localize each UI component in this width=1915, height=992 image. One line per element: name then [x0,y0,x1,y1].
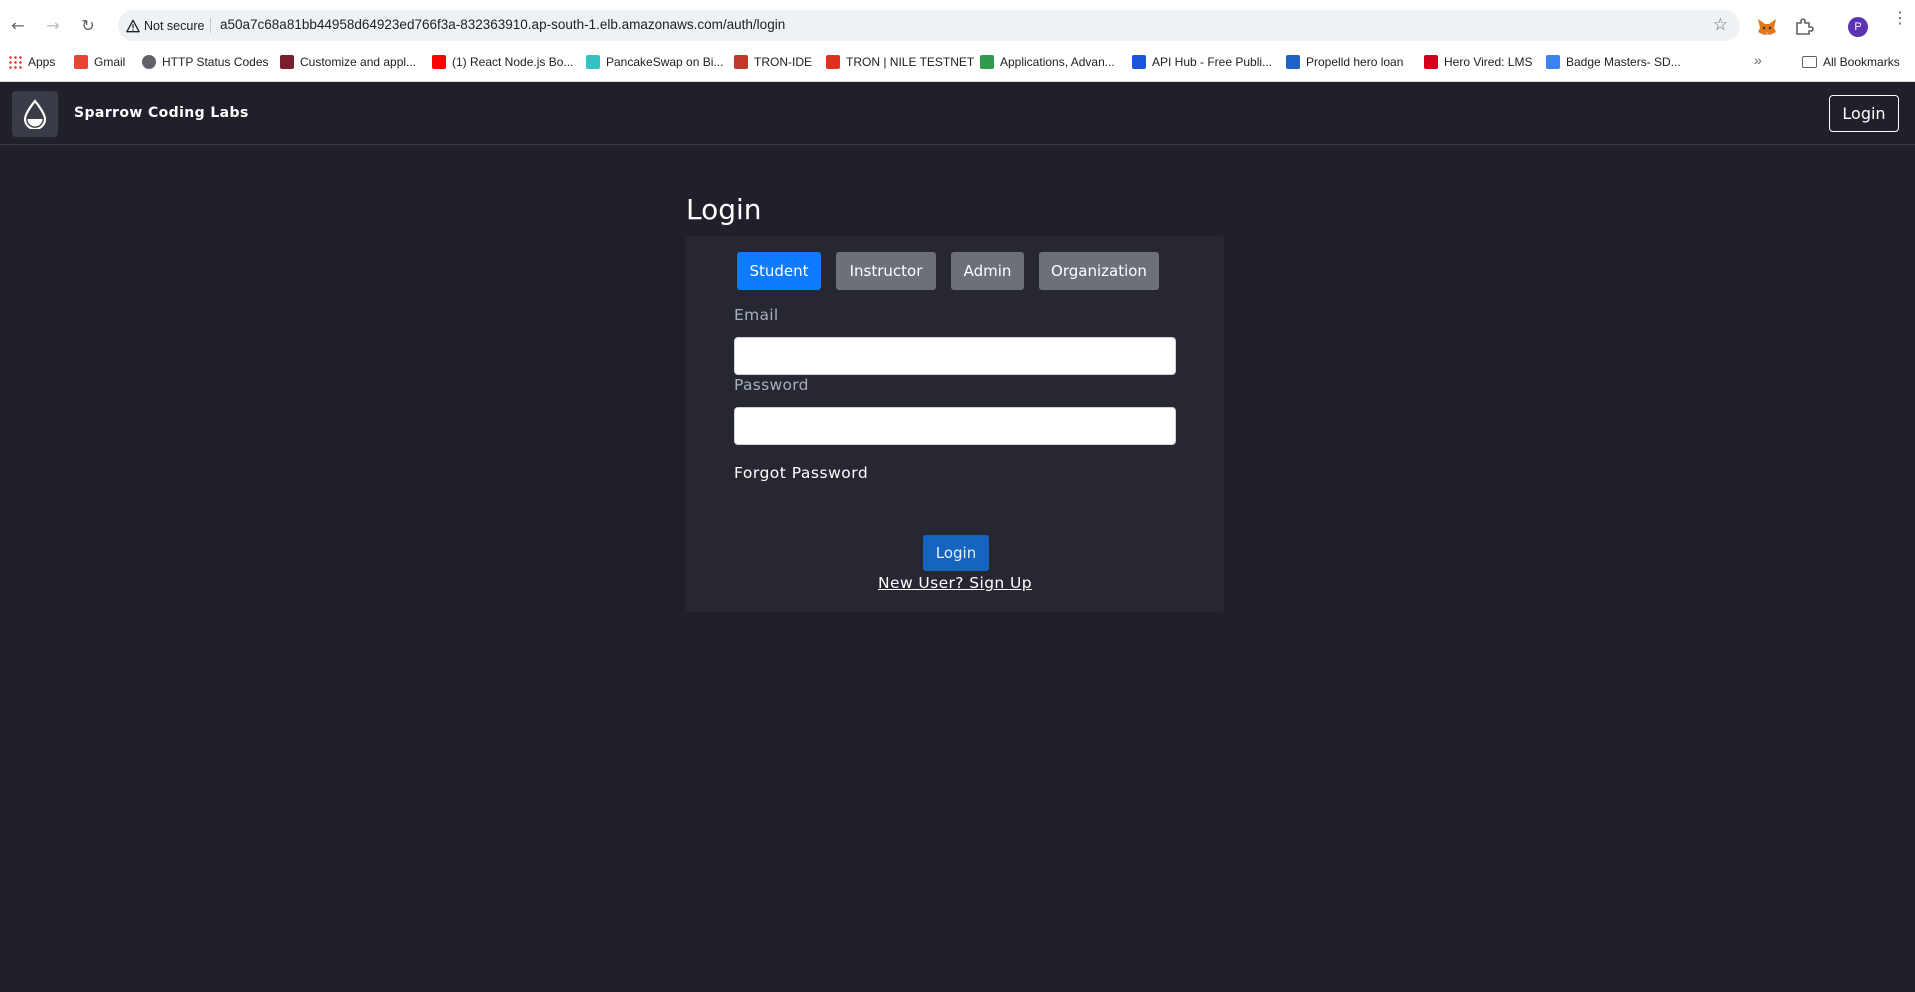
crown-icon [280,55,294,69]
bookmark-item[interactable]: (1) React Node.js Bo... [432,52,573,72]
bookmark-label: HTTP Status Codes [162,55,269,69]
gmail-icon [74,55,88,69]
security-label: Not secure [144,18,205,33]
signup-link[interactable]: New User? Sign Up [686,574,1224,592]
bookmark-item[interactable]: API Hub - Free Publi... [1132,52,1272,72]
drop-logo-icon [23,99,47,129]
bookmark-item[interactable]: Propelld hero loan [1286,52,1403,72]
bookmark-label: Applications, Advan... [1000,55,1115,69]
bookmark-label: TRON-IDE [754,55,812,69]
role-tab-admin[interactable]: Admin [951,252,1024,290]
bookmark-star-icon[interactable]: ☆ [1713,15,1728,35]
extensions-puzzle-icon[interactable] [1794,16,1814,36]
bookmark-item[interactable]: PancakeSwap on Bi... [586,52,723,72]
browser-toolbar: ← → ↻ Not secure a50a7c68a81bb44958d6492… [0,4,1915,46]
login-card: Student Instructor Admin Organization Em… [686,236,1224,612]
youtube-icon [432,55,446,69]
tron-ide-icon [734,55,748,69]
bookmark-item[interactable]: Gmail [74,52,125,72]
address-bar[interactable]: Not secure a50a7c68a81bb44958d64923ed766… [118,10,1740,41]
globe-icon [142,55,156,69]
all-bookmarks-label: All Bookmarks [1823,55,1900,69]
apps-grid-icon [8,55,22,69]
warning-icon [126,19,140,32]
bookmark-label: API Hub - Free Publi... [1152,55,1273,69]
api-hub-icon [1132,55,1146,69]
bookmark-label: Badge Masters- SD... [1566,55,1681,69]
bookmark-item[interactable]: HTTP Status Codes [142,52,269,72]
metamask-extension-icon[interactable] [1756,16,1778,38]
browser-menu-icon[interactable]: ⋮ [1892,10,1908,26]
badge-icon [1546,55,1560,69]
bookmark-item[interactable]: Badge Masters- SD... [1546,52,1681,72]
bookmark-item[interactable]: Hero Vired: LMS [1424,52,1532,72]
security-indicator[interactable]: Not secure [126,16,204,35]
bookmark-item[interactable]: TRON | NILE TESTNET [826,52,974,72]
folder-icon [1802,56,1817,68]
hero-vired-icon [1424,55,1438,69]
bookmark-label: TRON | NILE TESTNET [846,55,975,69]
navbar-login-button[interactable]: Login [1829,95,1899,132]
brand-logo[interactable] [12,91,58,137]
role-tab-student[interactable]: Student [737,252,821,290]
forgot-password-link[interactable]: Forgot Password [734,464,868,482]
password-label: Password [734,376,809,394]
browser-chrome: ← → ↻ Not secure a50a7c68a81bb44958d6492… [0,0,1915,82]
brand-name[interactable]: Sparrow Coding Labs [74,105,249,121]
bookmark-label: Customize and appl... [300,55,417,69]
login-submit-button[interactable]: Login [923,535,989,571]
role-tab-organization[interactable]: Organization [1039,252,1159,290]
bookmark-label: Gmail [94,55,126,69]
page-title: Login [686,193,762,226]
propelld-icon [1286,55,1300,69]
email-label: Email [734,306,779,324]
bookmark-label: Propelld hero loan [1306,55,1404,69]
link-icon [980,55,994,69]
email-field[interactable] [734,337,1176,375]
app-navbar: Sparrow Coding Labs Login [0,83,1915,145]
profile-avatar[interactable]: P [1848,17,1868,37]
bookmark-label: Hero Vired: LMS [1444,55,1533,69]
forward-arrow-icon[interactable]: → [41,13,65,37]
reload-icon[interactable]: ↻ [76,13,100,37]
more-bookmarks-chevron-icon[interactable]: » [1754,52,1762,68]
pancakeswap-icon [586,55,600,69]
role-tab-instructor[interactable]: Instructor [836,252,936,290]
back-arrow-icon[interactable]: ← [6,13,30,37]
bookmark-label: Apps [28,55,56,69]
tron-icon [826,55,840,69]
bookmark-label: (1) React Node.js Bo... [452,55,574,69]
bookmarks-bar: » All Bookmarks Apps Gmail HTTP Status Cod… [0,50,1915,74]
all-bookmarks[interactable]: All Bookmarks [1802,52,1900,72]
url-text[interactable]: a50a7c68a81bb44958d64923ed766f3a-8323639… [220,17,785,32]
bookmark-item[interactable]: Customize and appl... [280,52,416,72]
bookmark-item[interactable]: TRON-IDE [734,52,812,72]
bookmark-label: PancakeSwap on Bi... [606,55,724,69]
bookmark-item[interactable]: Apps [8,52,55,72]
url-separator [210,18,211,33]
password-field[interactable] [734,407,1176,445]
bookmark-item[interactable]: Applications, Advan... [980,52,1115,72]
